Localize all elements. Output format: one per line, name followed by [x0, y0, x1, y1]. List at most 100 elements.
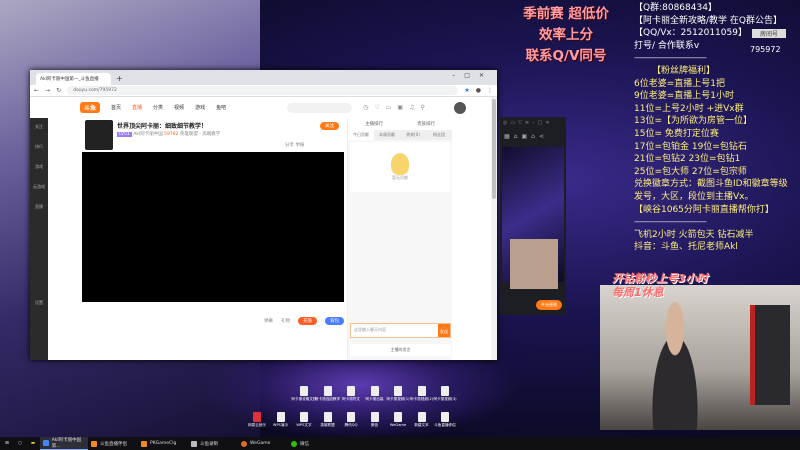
anchor-rank-link[interactable]: 主播排行: [365, 121, 383, 127]
sidebar-item-game[interactable]: 游戏: [30, 164, 48, 170]
info-line: 【粉丝牌福利】: [652, 65, 716, 76]
window-controls[interactable]: –□✕: [452, 72, 493, 79]
chat-placeholder: 这里输入聊天内容: [354, 327, 386, 332]
info-line: 飞机2小时 火箭包天 钻石减半: [634, 229, 754, 240]
info-line: 6位老婆=直播上号1把: [634, 78, 725, 89]
hot-count: 59782: [164, 132, 179, 137]
follow-button[interactable]: 关注: [320, 122, 339, 130]
player-controls: 弹幕 礼物 充值 背包: [82, 315, 344, 327]
video-player[interactable]: [82, 152, 344, 302]
address-bar[interactable]: douyu.com/795972: [67, 86, 459, 95]
sidebar-item-follow[interactable]: 关注: [30, 124, 48, 130]
recharge-button[interactable]: 充值: [298, 317, 317, 325]
nav-game[interactable]: 游戏: [195, 104, 205, 111]
taskbar-item[interactable]: 斗鱼录制: [188, 437, 238, 450]
site-logo[interactable]: 斗鱼: [80, 102, 101, 113]
left-sidebar: 关注 排行 游戏 云游戏 直播 设置: [30, 118, 48, 360]
nav-live[interactable]: 直播: [132, 104, 142, 111]
nav-home[interactable]: 首页: [111, 104, 121, 111]
forward-icon[interactable]: →: [45, 87, 50, 94]
info-line: 25位=包大师 27位=包宗师: [634, 166, 747, 177]
info-line: 17位=包铂金 19位=包钻石: [634, 141, 747, 152]
anchor-avatar[interactable]: [85, 120, 113, 150]
info-line: 抖音：斗鱼、托尼老师Akl: [634, 242, 738, 253]
send-button[interactable]: 发送: [438, 324, 450, 337]
toolbar-icons[interactable]: ▦⌂▣⌂⋖: [500, 131, 566, 145]
backpack-button[interactable]: 背包: [325, 317, 344, 325]
profile-icon[interactable]: ●: [476, 87, 481, 94]
promo-line: 联系Q/V同号: [525, 48, 607, 64]
user-avatar[interactable]: [453, 101, 466, 114]
stream-tags: 英雄联盟 · 高端教学: [179, 132, 221, 137]
preview-cam: [510, 239, 558, 289]
cam-caption-line: 每周1休息: [612, 286, 664, 299]
sidebar-item-live[interactable]: 直播: [30, 204, 48, 210]
nav-video[interactable]: 视频: [174, 104, 184, 111]
sidebar-item-cloud[interactable]: 云游戏: [30, 184, 48, 190]
window-controls[interactable]: ◎▭▽≡–□✕: [500, 117, 566, 131]
tab-today[interactable]: 今日贡献: [348, 130, 374, 140]
info-line: 兑换徽章方式：截图斗鱼ID和徽章等级: [634, 179, 788, 190]
search-input[interactable]: [287, 102, 353, 113]
menu-icon[interactable]: ⋮: [487, 87, 493, 94]
noble-rank-link[interactable]: 贵族排行: [417, 121, 435, 127]
taskbar-item[interactable]: 斗鱼直播伴侣: [88, 437, 138, 450]
taskbar-item[interactable]: WeGame: [238, 437, 288, 450]
share-button[interactable]: 分享: [285, 143, 294, 148]
sidebar-item-rank[interactable]: 排行: [30, 144, 48, 150]
promo-line: 效率上分: [539, 27, 593, 43]
info-line: 11位=上号2小时 +进Vx群: [634, 103, 744, 114]
anchor-name[interactable]: Akl阿卡丽中国: [133, 132, 162, 137]
chat-input[interactable]: 这里输入聊天内容 发送: [350, 323, 451, 338]
tab-vip[interactable]: 贵宾(0): [400, 130, 426, 140]
chat-footer[interactable]: 主播的发言: [350, 344, 451, 356]
taskbar-item[interactable]: 微信: [288, 437, 336, 450]
share-report: 分享 举报: [285, 142, 304, 148]
browser-tab[interactable]: Akl阿卡丽中国第一_斗鱼直播: [36, 73, 111, 85]
taskbar-item[interactable]: Akl阿卡丽中国第...: [40, 437, 88, 450]
star-icon[interactable]: ★: [464, 87, 469, 94]
info-line: --------------------------------: [634, 217, 707, 228]
gift-toggle[interactable]: 礼物: [281, 318, 290, 324]
broadcast-icon[interactable]: ▭: [386, 104, 392, 111]
info-line: 21位=包钻2 23位=包钻1: [634, 154, 741, 165]
desktop-icon[interactable]: 斗鱼直播伴侣: [430, 412, 460, 428]
creator-icon[interactable]: ⚲: [420, 104, 424, 111]
back-icon[interactable]: ←: [34, 87, 39, 94]
tab-fans[interactable]: 粉丝团: [426, 130, 452, 140]
stream-title: 世界顶尖阿卡丽：细致细节教学！: [117, 123, 208, 130]
follow-icon[interactable]: ♡: [374, 104, 379, 111]
desktop-icon[interactable]: 阿卡丽视频(3): [430, 386, 460, 402]
promo-line: 季前赛 超低价: [523, 6, 609, 22]
nav-forum[interactable]: 鱼吧: [216, 104, 226, 111]
nav-category[interactable]: 分类: [153, 104, 163, 111]
reload-icon[interactable]: ↻: [56, 87, 61, 94]
taskbar-item[interactable]: PKGameClg: [138, 437, 188, 450]
taskbar: ⊞ ○ ▬ Akl阿卡丽中国第... 斗鱼直播伴侣 PKGameClg 斗鱼录制…: [0, 437, 800, 450]
folder-icon[interactable]: ▬: [26, 441, 40, 446]
info-line: 15位= 免费打定位赛: [634, 128, 719, 139]
message-icon[interactable]: ♫: [409, 104, 414, 111]
empty-state: 暂无贡献: [350, 142, 450, 192]
start-live-button[interactable]: 开始直播: [536, 300, 562, 310]
browser-window: Akl阿卡丽中国第一_斗鱼直播 + –□✕ ← → ↻ douyu.com/79…: [30, 70, 497, 360]
chat-panel: 主播排行 贵族排行 今日贡献 本周贡献 贵宾(0) 粉丝团 暂无贡献 这里输入聊…: [347, 118, 452, 360]
history-icon[interactable]: ◷: [363, 104, 368, 111]
start-icon[interactable]: ⊞: [0, 441, 14, 446]
client-icon[interactable]: ▣: [397, 104, 403, 111]
new-tab-icon[interactable]: +: [116, 73, 123, 85]
webcam-feed: [600, 285, 800, 430]
search-icon[interactable]: ○: [14, 441, 26, 446]
tab-week[interactable]: 本周贡献: [374, 130, 400, 140]
room-id: 795972: [750, 45, 781, 54]
report-button[interactable]: 举报: [295, 143, 304, 148]
sidebar-item-settings[interactable]: 设置: [30, 300, 48, 306]
level-badge: LV51: [117, 132, 132, 137]
empty-text: 暂无贡献: [392, 175, 408, 180]
cam-caption-line: 开钻粉秒上号3小时: [612, 272, 708, 285]
danmaku-toggle[interactable]: 弹幕: [264, 318, 273, 324]
info-line: 【Q群:80868434】: [634, 3, 717, 13]
scrollbar[interactable]: [491, 97, 497, 360]
stream-info: 世界顶尖阿卡丽：细致细节教学！ LV51 Akl阿卡丽中国 59782 英雄联盟…: [85, 120, 345, 150]
info-line: 【峡谷1065分阿卡丽直播帮你打】: [634, 204, 774, 215]
